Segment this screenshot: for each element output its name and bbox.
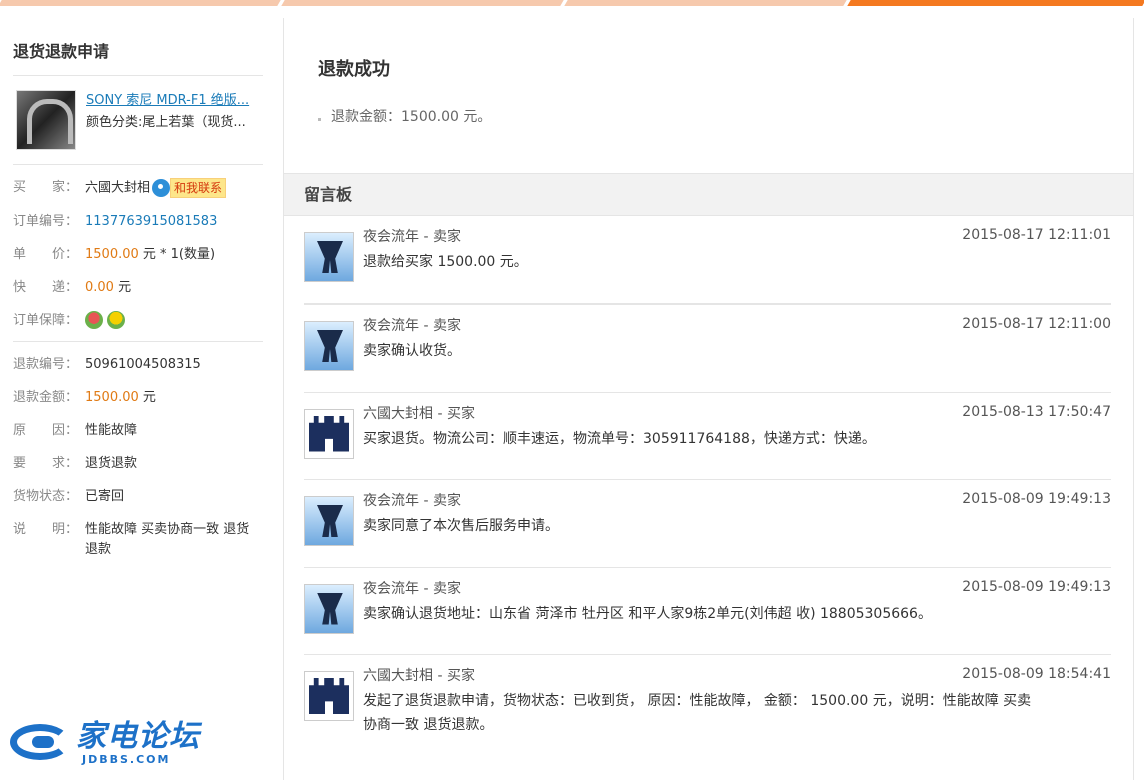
guarantee-icon[interactable]: [85, 311, 103, 329]
refund-amount-suffix: 元: [138, 389, 156, 405]
refund-main: 退款成功 退款金额：1500.00 元。 留言板 夜会流年 - 卖家 退款给买家…: [284, 18, 1134, 780]
unit-price-row: 单 价： 1500.00 元 * 1(数量): [13, 245, 263, 265]
buyer-avatar[interactable]: [304, 408, 354, 459]
message-time: 2015-08-13 17:50:47: [962, 403, 1111, 420]
refund-number-label: 退款编号：: [13, 356, 79, 372]
unit-price-suffix: 元 * 1(数量): [138, 246, 216, 262]
refund-number-value: 50961004508315: [85, 356, 201, 372]
success-title: 退款成功: [318, 59, 390, 80]
message-text: 卖家同意了本次售后服务申请。: [363, 518, 559, 534]
goods-status-label: 货物状态：: [13, 488, 79, 504]
order-number-row: 订单编号： 1137763915081583: [13, 212, 263, 232]
shipping-row: 快 递： 0.00 元: [13, 278, 263, 298]
refund-amount-line: 退款金额：1500.00 元。: [318, 106, 1099, 126]
progress-step: [564, 0, 847, 6]
reason-row: 原 因： 性能故障: [13, 421, 263, 441]
refund-amount-value: 1500.00: [85, 389, 139, 405]
bullet-icon: [318, 117, 321, 121]
refund-success-panel: 退款成功 退款金额：1500.00 元。: [284, 18, 1133, 174]
message-item: 夜会流年 - 卖家 卖家同意了本次售后服务申请。 2015-08-09 19:4…: [304, 480, 1111, 568]
shipping-label: 快 递：: [13, 279, 79, 295]
refund-amount-label: 退款金额：: [13, 389, 79, 405]
progress-step-active: [847, 0, 1144, 6]
reason-value: 性能故障: [85, 422, 138, 438]
order-number-link[interactable]: 1137763915081583: [85, 214, 217, 229]
seller-avatar[interactable]: [304, 583, 354, 634]
buyer-name: 六國大封相: [85, 180, 151, 196]
refund-amount-row: 退款金额： 1500.00 元: [13, 388, 263, 408]
product-thumbnail[interactable]: [16, 90, 76, 150]
note-row: 说 明： 性能故障 买卖协商一致 退货退款: [13, 520, 263, 560]
message-item: 六國大封相 - 买家 发起了退货退款申请，货物状态：已收到货， 原因：性能故障，…: [304, 655, 1111, 755]
message-text: 卖家确认收货。: [363, 343, 461, 359]
message-time: 2015-08-17 12:11:01: [962, 227, 1111, 243]
progress-step: [281, 0, 564, 6]
message-item: 夜会流年 - 卖家 卖家确认退货地址：山东省 菏泽市 牡丹区 和平人家9栋2单元…: [304, 568, 1111, 655]
shipping-value: 0.00: [85, 279, 114, 295]
order-sidebar: 退货退款申请 SONY 索尼 MDR-F1 绝版... 颜色分类:尾上若葉（现货…: [0, 18, 284, 780]
reason-label: 原 因：: [13, 422, 79, 438]
progress-step: [0, 0, 281, 6]
message-item: 夜会流年 - 卖家 卖家确认收货。 2015-08-17 12:11:00: [304, 305, 1111, 393]
divider: [13, 340, 263, 342]
request-label: 要 求：: [13, 455, 79, 471]
contact-me-button[interactable]: 和我联系: [170, 178, 227, 198]
unit-price-label: 单 价：: [13, 246, 79, 262]
message-list: 夜会流年 - 卖家 退款给买家 1500.00 元。 2015-08-17 12…: [284, 216, 1133, 755]
site-logo: 家电论坛 JDBBS.COM: [8, 720, 200, 766]
guarantee-label: 订单保障：: [13, 312, 79, 328]
message-time: 2015-08-09 19:49:13: [962, 578, 1111, 595]
seller-avatar[interactable]: [304, 321, 354, 371]
buyer-avatar[interactable]: [304, 671, 354, 721]
logo-mark-icon: [8, 720, 72, 764]
logo-domain: JDBBS.COM: [82, 753, 171, 766]
buyer-row: 买 家： 六國大封相 和我联系: [13, 178, 263, 199]
unit-price-value: 1500.00: [85, 246, 139, 262]
request-value: 退货退款: [85, 455, 138, 471]
message-time: 2015-08-09 19:49:13: [962, 491, 1111, 507]
note-label: 说 明：: [13, 521, 79, 537]
shipping-suffix: 元: [113, 279, 132, 295]
seller-avatar[interactable]: [304, 496, 354, 546]
message-text: 买家退货。物流公司：顺丰速运，物流单号：305911764188，快递方式：快递…: [363, 430, 876, 447]
message-time: 2015-08-09 18:54:41: [962, 666, 1111, 682]
request-row: 要 求： 退货退款: [13, 454, 263, 474]
message-board-header: 留言板: [284, 174, 1133, 216]
logo-text: 家电论坛: [76, 719, 200, 754]
product-sku: 颜色分类:尾上若葉（现货...: [86, 115, 246, 130]
product-title-link[interactable]: SONY 索尼 MDR-F1 绝版...: [86, 90, 262, 112]
message-item: 夜会流年 - 卖家 退款给买家 1500.00 元。 2015-08-17 12…: [304, 216, 1111, 305]
guarantee-icon[interactable]: [107, 311, 125, 329]
refund-amount-text: 退款金额：1500.00 元。: [331, 109, 492, 125]
buyer-label: 买 家：: [13, 180, 79, 195]
order-number-label: 订单编号：: [13, 213, 79, 229]
wangwang-icon[interactable]: [152, 179, 171, 197]
goods-status-value: 已寄回: [85, 488, 125, 504]
note-value: 性能故障 买卖协商一致 退货退款: [85, 521, 250, 557]
sidebar-title: 退货退款申请: [13, 38, 263, 76]
message-text: 退款给买家 1500.00 元。: [363, 254, 528, 270]
guarantee-row: 订单保障：: [13, 311, 263, 331]
message-time: 2015-08-17 12:11:00: [962, 316, 1111, 332]
message-item: 六國大封相 - 买家 买家退货。物流公司：顺丰速运，物流单号：305911764…: [304, 393, 1111, 480]
message-text: 卖家确认退货地址：山东省 菏泽市 牡丹区 和平人家9栋2单元(刘伟超 收) 18…: [363, 605, 932, 622]
message-text: 发起了退货退款申请，货物状态：已收到货， 原因：性能故障， 金额： 1500.0…: [363, 693, 1032, 733]
goods-status-row: 货物状态： 已寄回: [13, 487, 263, 507]
refund-number-row: 退款编号： 50961004508315: [13, 355, 263, 375]
progress-bar: [0, 0, 1144, 6]
seller-avatar[interactable]: [304, 232, 354, 282]
product-summary: SONY 索尼 MDR-F1 绝版... 颜色分类:尾上若葉（现货...: [13, 76, 263, 165]
